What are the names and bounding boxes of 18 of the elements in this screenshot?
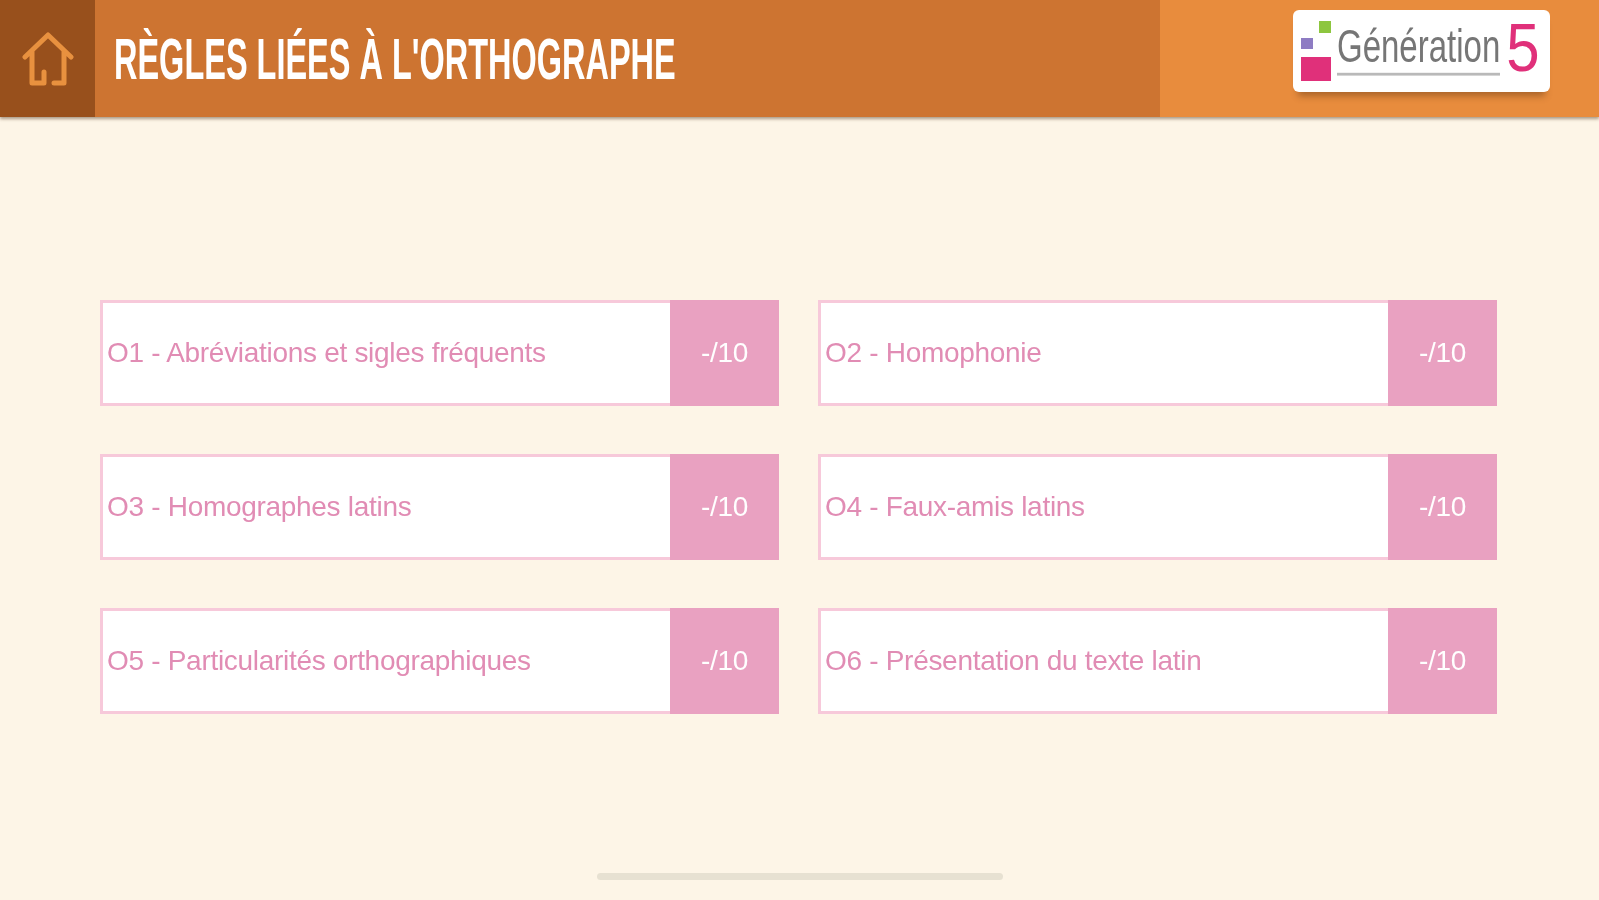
- logo-wordmark: Génération: [1337, 22, 1501, 76]
- lesson-card[interactable]: O3 - Homographes latins -/10: [100, 454, 779, 560]
- lesson-card[interactable]: O2 - Homophonie -/10: [818, 300, 1497, 406]
- lesson-card[interactable]: O6 - Présentation du texte latin -/10: [818, 608, 1497, 714]
- score-tile: -/10: [1388, 300, 1497, 406]
- logo-squares-icon: [1301, 21, 1331, 81]
- lesson-card[interactable]: O5 - Particularités orthographiques -/10: [100, 608, 779, 714]
- lesson-card[interactable]: O4 - Faux-amis latins -/10: [818, 454, 1497, 560]
- lesson-card[interactable]: O1 - Abréviations et sigles fréquents -/10: [100, 300, 779, 406]
- score-tile: -/10: [670, 454, 779, 560]
- home-button[interactable]: [0, 0, 95, 117]
- page-title: RÈGLES LIÉES À L'ORTHOGRAPHE: [114, 29, 676, 88]
- score-tile: -/10: [1388, 608, 1497, 714]
- score-tile: -/10: [670, 608, 779, 714]
- score-tile: -/10: [670, 300, 779, 406]
- score-tile: -/10: [1388, 454, 1497, 560]
- house-icon: [21, 31, 74, 86]
- logo-number: 5: [1506, 13, 1540, 83]
